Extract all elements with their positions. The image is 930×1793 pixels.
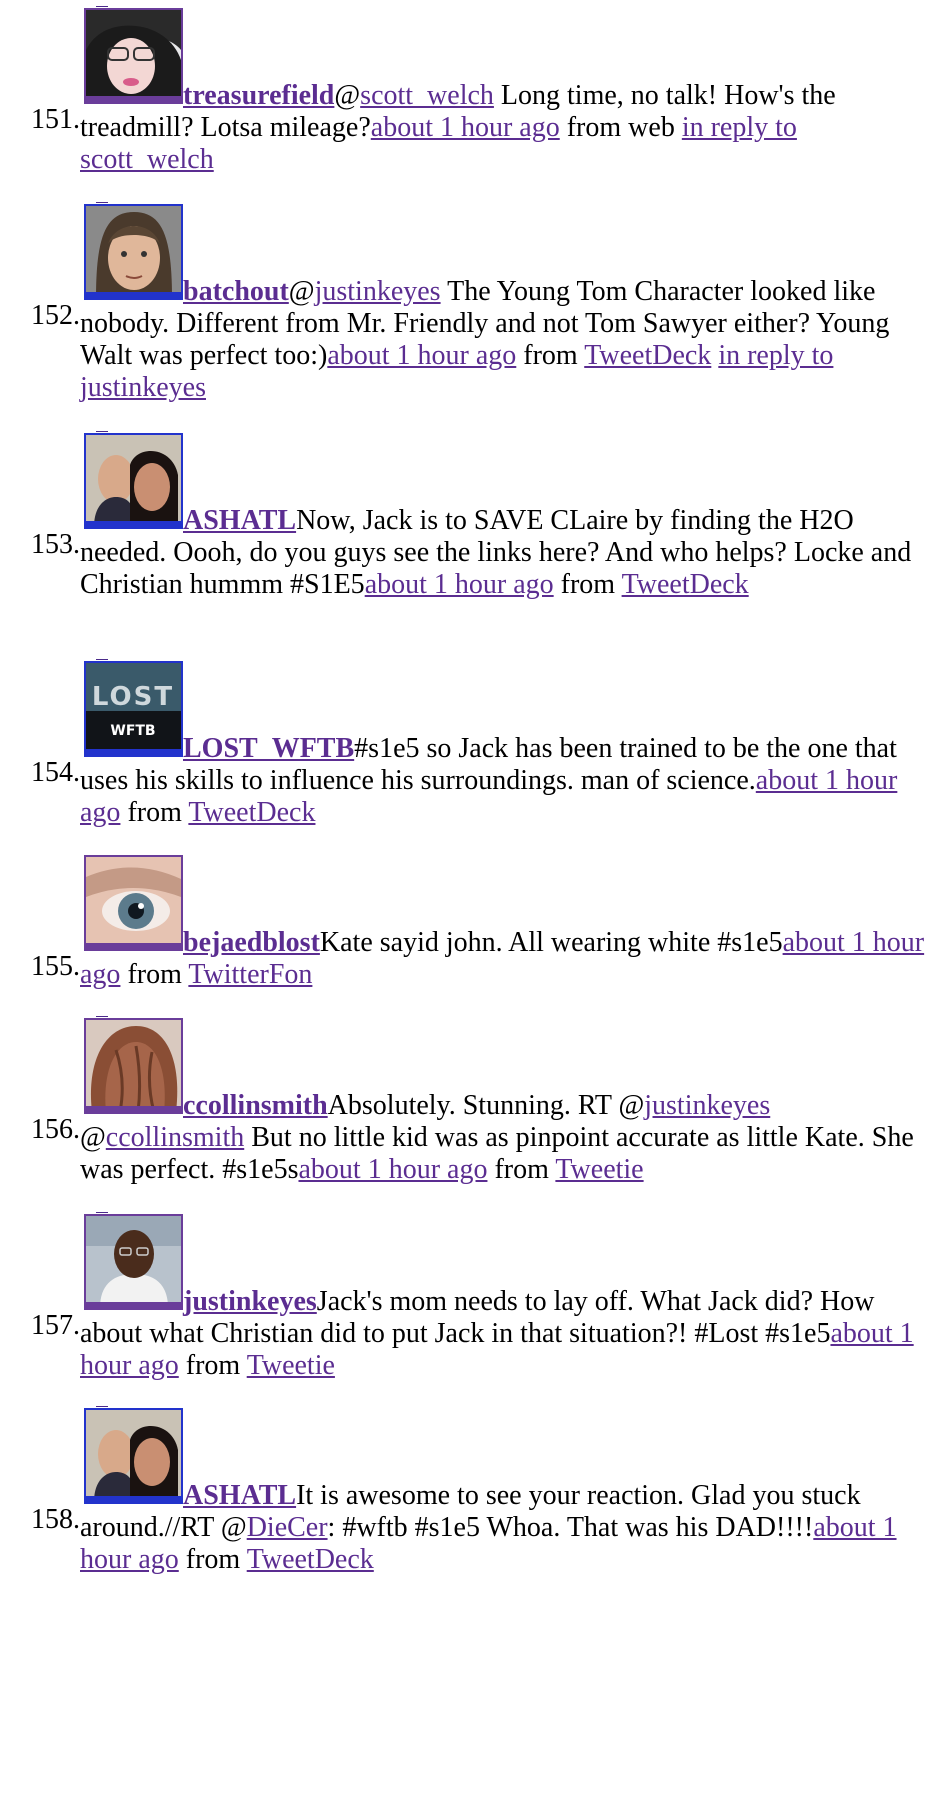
tweet-username[interactable]: treasurefield [183, 80, 334, 111]
status-number: 152. [31, 300, 80, 331]
source-link[interactable]: TweetDeck [584, 340, 711, 371]
from-label: from [523, 340, 578, 371]
avatar[interactable] [84, 1214, 183, 1310]
avatar[interactable] [84, 1408, 183, 1504]
avatar[interactable] [84, 204, 183, 300]
anchor-mark[interactable] [96, 6, 108, 7]
tweet-username[interactable]: batchout [183, 276, 289, 307]
timestamp-link[interactable]: about 1 hour ago [365, 569, 554, 600]
timestamp-link[interactable]: about 1 hour ago [298, 1154, 487, 1185]
timestamp-link[interactable]: about 1 hour ago [327, 340, 516, 371]
tweet-text: Kate sayid john. All wearing white #s1e5 [319, 927, 783, 958]
tweet-username[interactable]: ccollinsmith [183, 1090, 328, 1121]
from-label: from [566, 112, 622, 143]
from-label: from [127, 959, 182, 990]
status-number: 155. [31, 951, 80, 982]
tweet-username[interactable]: justinkeyes [183, 1286, 317, 1317]
mention-link[interactable]: scott_welch [360, 80, 494, 111]
from-label: from [185, 1350, 241, 1381]
from-label: from [185, 1544, 241, 1575]
status-number: 154. [31, 757, 80, 788]
anchor-mark[interactable] [96, 1016, 108, 1017]
anchor-mark[interactable] [96, 659, 108, 660]
mention-link[interactable]: justinkeyes [315, 276, 441, 307]
source-text: web [628, 112, 675, 143]
source-link[interactable]: TweetDeck [247, 1544, 374, 1575]
avatar[interactable] [84, 855, 183, 951]
status-number: 158. [31, 1504, 80, 1535]
status-number: 153. [31, 529, 80, 560]
tweet-username[interactable]: LOST_WFTB [183, 733, 354, 764]
mention-link[interactable]: justinkeyes [644, 1090, 770, 1121]
source-link[interactable]: TwitterFon [188, 959, 312, 990]
source-link[interactable]: TweetDeck [188, 797, 315, 828]
anchor-mark[interactable] [96, 1406, 108, 1407]
timestamp-link[interactable]: about 1 hour ago [371, 112, 560, 143]
anchor-mark[interactable] [96, 202, 108, 203]
from-label: from [127, 797, 182, 828]
from-label: from [494, 1154, 549, 1185]
avatar[interactable] [84, 1018, 183, 1114]
status-number: 157. [31, 1310, 80, 1341]
tweet-username[interactable]: ASHATL [183, 1480, 296, 1511]
avatar[interactable] [84, 8, 183, 104]
anchor-mark[interactable] [96, 1212, 108, 1213]
mention-link[interactable]: DieCer [247, 1512, 328, 1543]
svg-text:LOST: LOST [92, 682, 174, 712]
source-link[interactable]: Tweetie [247, 1350, 335, 1381]
status-number: 156. [31, 1114, 80, 1145]
anchor-mark[interactable] [96, 431, 108, 432]
source-link[interactable]: Tweetie [555, 1154, 643, 1185]
source-link[interactable]: TweetDeck [622, 569, 749, 600]
from-label: from [560, 569, 616, 600]
tweet-username[interactable]: ASHATL [183, 505, 296, 536]
status-number: 151. [31, 104, 80, 135]
mention-link[interactable]: ccollinsmith [106, 1122, 244, 1153]
svg-text:WFTB: WFTB [110, 723, 155, 739]
tweet-username[interactable]: bejaedblost [183, 927, 320, 958]
avatar[interactable]: LOST WFTB [84, 661, 183, 757]
avatar[interactable] [84, 433, 183, 529]
